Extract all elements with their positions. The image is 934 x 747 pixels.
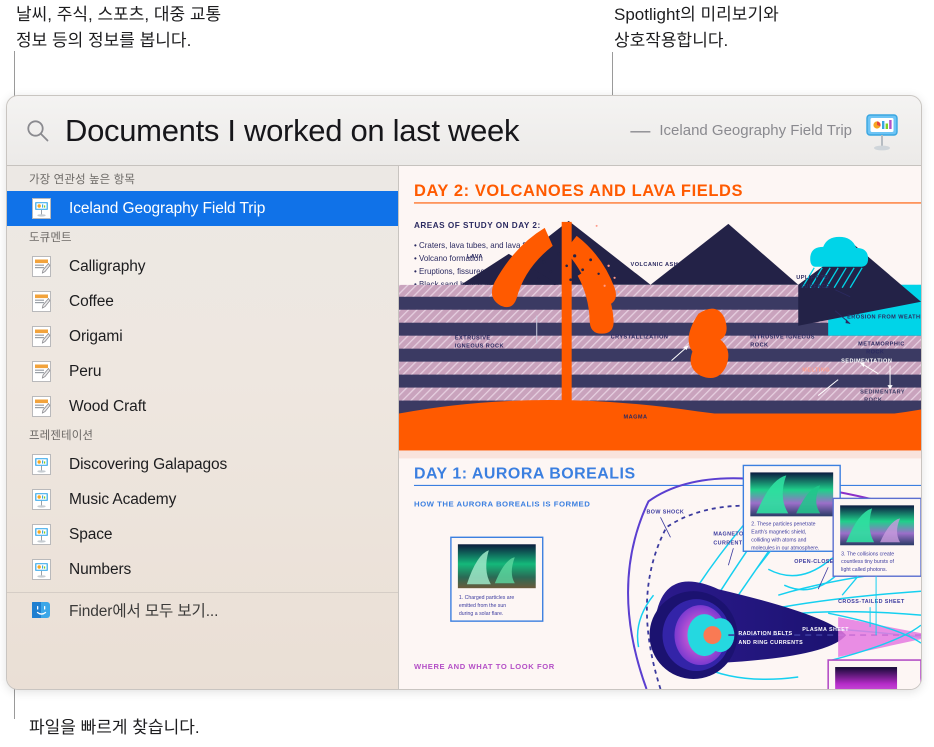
result-row-wood-craft[interactable]: Wood Craft — [7, 389, 398, 424]
result-label: Peru — [69, 362, 102, 380]
result-row-space[interactable]: Space — [7, 517, 398, 552]
day1-subtitle: HOW THE AURORA BOREALIS IS FORMED — [414, 499, 590, 508]
svg-text:emitted from the sun: emitted from the sun — [459, 603, 506, 609]
finder-icon — [32, 601, 50, 618]
svg-text:EROSION FROM WEATHER: EROSION FROM WEATHER — [847, 315, 921, 321]
result-label: Iceland Geography Field Trip — [69, 199, 266, 217]
keynote-preview-canvas: DAY 2: VOLCANOES AND LAVA FIELDS AREAS O… — [399, 166, 921, 689]
svg-text:CRYSTALLIZATION: CRYSTALLIZATION — [611, 335, 669, 341]
svg-text:INTRUSIVE IGNEOUS: INTRUSIVE IGNEOUS — [750, 335, 815, 341]
result-label: Space — [69, 525, 113, 543]
keynote-document-icon — [32, 454, 51, 475]
svg-text:countless tiny bursts of: countless tiny bursts of — [841, 559, 894, 565]
pages-document-icon — [32, 291, 51, 312]
leader-line-right — [612, 52, 613, 98]
day1-footer-label: WHERE AND WHAT TO LOOK FOR — [414, 662, 555, 671]
svg-text:UPLIFT TO: UPLIFT TO — [796, 275, 829, 281]
result-label: Music Academy — [69, 490, 177, 508]
svg-text:VOLCANIC ASH: VOLCANIC ASH — [631, 262, 679, 268]
svg-text:molecules in our atmosphere.: molecules in our atmosphere. — [751, 545, 819, 551]
result-label: Numbers — [69, 560, 132, 578]
aurora-callout-1: 1. Charged particles are emitted from th… — [450, 536, 544, 622]
search-icon — [27, 119, 49, 141]
spotlight-window: Documents I worked on last week — Icelan… — [6, 95, 922, 690]
keynote-document-icon — [32, 198, 51, 219]
annotation-bottom: 파일을 빠르게 찾습니다. — [29, 718, 200, 737]
svg-text:3. The collisions create: 3. The collisions create — [841, 551, 894, 557]
group-header-top-hit: 가장 연관성 높은 항목 — [29, 174, 136, 186]
group-header-documents: 도큐멘트 — [29, 232, 72, 244]
svg-text:Earth's magnetic shield,: Earth's magnetic shield, — [751, 529, 806, 535]
svg-text:IGNEOUS ROCK: IGNEOUS ROCK — [455, 344, 504, 350]
group-header-presentations: 프레젠테이션 — [29, 430, 94, 442]
svg-text:SEDIMENTARY: SEDIMENTARY — [860, 390, 905, 396]
result-row-iceland-geography-field-trip[interactable]: Iceland Geography Field Trip — [7, 191, 398, 226]
svg-text:SURFACE: SURFACE — [800, 284, 830, 290]
svg-text:BOW SHOCK: BOW SHOCK — [647, 509, 685, 515]
pages-document-icon — [32, 396, 51, 417]
result-row-music-academy[interactable]: Music Academy — [7, 482, 398, 517]
result-row-origami[interactable]: Origami — [7, 319, 398, 354]
svg-text:CROSS-TAILED SHEET: CROSS-TAILED SHEET — [838, 599, 905, 605]
result-label: Origami — [69, 327, 123, 345]
search-bar[interactable]: Documents I worked on last week — Icelan… — [7, 96, 921, 166]
result-row-discovering-galapagos[interactable]: Discovering Galapagos — [7, 447, 398, 482]
day2-subtitle: AREAS OF STUDY ON DAY 2: — [414, 221, 541, 230]
result-row-coffee[interactable]: Coffee — [7, 284, 398, 319]
svg-text:light called photons.: light called photons. — [841, 567, 887, 573]
keynote-document-icon — [32, 489, 51, 510]
day2-title: DAY 2: VOLCANOES AND LAVA FIELDS — [414, 182, 743, 200]
svg-text:PLASMA SHEET: PLASMA SHEET — [802, 627, 849, 633]
svg-text:1. Charged particles are: 1. Charged particles are — [459, 595, 514, 601]
day1-title: DAY 1: AURORA BOREALIS — [414, 465, 636, 482]
result-label: Wood Craft — [69, 397, 147, 415]
svg-text:SEDIMENTATION: SEDIMENTATION — [841, 359, 892, 365]
result-label: Calligraphy — [69, 257, 146, 275]
svg-text:ROCK: ROCK — [866, 350, 884, 356]
annotation-right: Spotlight의 미리보기와 상호작용합니다. — [614, 5, 779, 50]
svg-text:METAMORPHIC: METAMORPHIC — [858, 342, 905, 348]
annotation-left: 날씨, 주식, 스포츠, 대중 교통 정보 등의 정보를 봅니다. — [16, 5, 222, 50]
results-list: 가장 연관성 높은 항목 Iceland Geography Field Tri… — [7, 166, 399, 689]
window-body: 가장 연관성 높은 항목 Iceland Geography Field Tri… — [7, 166, 921, 689]
keynote-document-icon — [32, 559, 51, 580]
svg-text:2. These particles penetrate: 2. These particles penetrate — [751, 521, 815, 527]
svg-text:ROCK: ROCK — [750, 343, 768, 349]
search-suffix-group: — Iceland Geography Field Trip — [630, 109, 907, 153]
result-row-numbers[interactable]: Numbers — [7, 552, 398, 587]
result-label: Discovering Galapagos — [69, 455, 228, 473]
svg-text:RADIATION BELTS: RADIATION BELTS — [738, 631, 792, 637]
pages-document-icon — [32, 361, 51, 382]
svg-text:colliding with atoms and: colliding with atoms and — [751, 537, 806, 543]
show-all-in-finder-button[interactable]: Finder에서 모두 보기... — [7, 592, 398, 627]
svg-text:AND RING CURRENTS: AND RING CURRENTS — [738, 640, 803, 646]
keynote-icon — [866, 113, 898, 150]
search-suffix-label: Iceland Geography Field Trip — [659, 122, 852, 139]
pages-document-icon — [32, 256, 51, 277]
show-all-in-finder-label: Finder에서 모두 보기... — [69, 603, 219, 620]
pages-document-icon — [32, 326, 51, 347]
svg-text:ROCK: ROCK — [864, 398, 882, 404]
svg-text:EXTRUSIVE: EXTRUSIVE — [455, 336, 491, 342]
search-dash: — — [630, 119, 651, 142]
svg-text:during a solar flare.: during a solar flare. — [459, 611, 503, 617]
result-row-peru[interactable]: Peru — [7, 354, 398, 389]
leader-line-left — [14, 51, 15, 98]
keynote-document-icon — [32, 524, 51, 545]
result-label: Coffee — [69, 292, 114, 310]
search-input[interactable]: Documents I worked on last week — [65, 113, 519, 149]
svg-text:LAVA: LAVA — [467, 254, 483, 260]
result-row-calligraphy[interactable]: Calligraphy — [7, 249, 398, 284]
svg-text:MAGMA: MAGMA — [624, 415, 648, 421]
preview-pane[interactable]: DAY 2: VOLCANOES AND LAVA FIELDS AREAS O… — [399, 166, 921, 689]
